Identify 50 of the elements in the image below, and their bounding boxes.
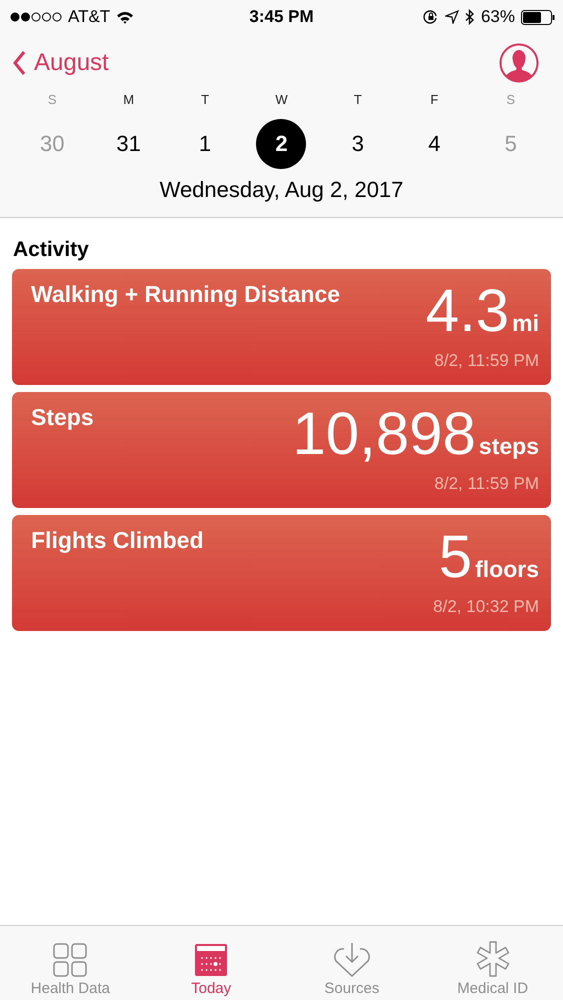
carrier: AT&T <box>68 7 110 27</box>
back-chevron-icon <box>12 50 26 76</box>
weekday-label: S <box>506 92 516 107</box>
activity-card[interactable]: Flights Climbed 5 floors 8/2, 10:32 PM <box>12 515 551 631</box>
calendar-day[interactable]: 2 <box>256 119 306 169</box>
tab-button[interactable]: Medical ID <box>422 926 563 1000</box>
tab-button[interactable]: Sources <box>282 926 422 1000</box>
card-title: Walking + Running Distance <box>31 281 340 309</box>
weekday-label: S <box>48 92 57 107</box>
timestamp: 8/2, 11:59 PM <box>434 351 539 371</box>
grid-icon <box>52 942 88 978</box>
metric-value: 4.3 <box>426 279 510 343</box>
heart-download-icon <box>332 942 372 978</box>
calendar-day[interactable]: 31 <box>104 119 154 169</box>
card-title: Steps <box>31 404 94 432</box>
metric-value: 10,898 <box>292 402 476 466</box>
signal-icon <box>10 12 62 22</box>
weekday-label: T <box>201 92 210 107</box>
weekday-label: M <box>123 92 134 107</box>
timestamp: 8/2, 10:32 PM <box>433 597 539 617</box>
section-heading: Activity <box>12 237 90 262</box>
metric-unit: floors <box>475 556 539 583</box>
activity-card[interactable]: Steps 10,898 steps 8/2, 11:59 PM <box>12 392 551 508</box>
calendar-day[interactable]: 1 <box>180 119 230 169</box>
metric-unit: steps <box>478 433 539 460</box>
card-title: Flights Climbed <box>31 527 204 555</box>
weekday-label: T <box>354 92 362 107</box>
calendar-day[interactable]: 4 <box>409 119 460 169</box>
calendar-day[interactable]: 5 <box>486 119 536 169</box>
clock: 3:45 PM <box>249 7 314 27</box>
date-title: Wednesday, Aug 2, 2017 <box>158 176 404 204</box>
weekday-label: W <box>275 92 288 107</box>
bluetooth-icon <box>464 9 475 25</box>
metric-value: 5 <box>438 525 472 589</box>
tab-button[interactable]: Health Data <box>0 926 141 1000</box>
timestamp: 8/2, 11:59 PM <box>434 474 539 494</box>
metric-unit: mi <box>512 310 539 337</box>
weekday-label: F <box>430 92 438 107</box>
back-button[interactable]: August <box>12 49 109 77</box>
calendar-day[interactable]: 3 <box>332 119 383 169</box>
battery-icon <box>521 10 555 24</box>
location-icon <box>444 10 459 24</box>
wifi-icon <box>116 10 134 24</box>
calendar-icon <box>193 942 230 978</box>
tab-button[interactable]: Today <box>140 926 282 1000</box>
profile-icon[interactable] <box>499 43 539 83</box>
calendar-day[interactable]: 30 <box>27 119 78 169</box>
rotation-lock-icon <box>422 9 439 25</box>
battery-percent: 63% <box>480 7 515 27</box>
activity-card[interactable]: Walking + Running Distance 4.3 mi 8/2, 11:59 PM <box>12 269 551 385</box>
